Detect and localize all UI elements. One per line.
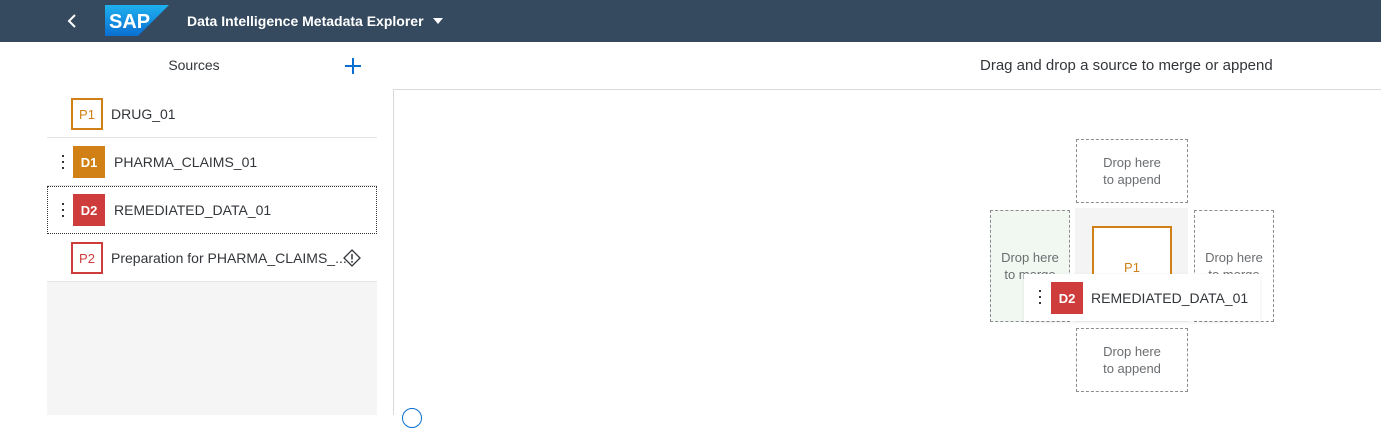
add-source-button[interactable] [341, 54, 365, 78]
dragging-source-item[interactable]: D2 REMEDIATED_DATA_01 [1024, 274, 1260, 321]
drop-zone-label: Drop here to append [1103, 155, 1161, 187]
sources-header: Sources [47, 42, 377, 90]
sources-list: P1 DRUG_01 D1 PHARMA_CLAIMS_01 D2 REMEDI… [47, 90, 377, 282]
back-button[interactable] [56, 6, 88, 36]
chevron-left-icon [67, 14, 76, 28]
source-badge: P2 [71, 242, 103, 274]
source-item-label: PHARMA_CLAIMS_01 [114, 154, 258, 170]
sources-panel: Sources P1 DRUG_01 D1 PHARMA_CLAIMS_01 D… [47, 42, 377, 415]
drop-zone-label: Drop here to append [1103, 344, 1161, 376]
source-badge: D2 [73, 194, 105, 226]
source-item-label: REMEDIATED_DATA_01 [1091, 290, 1249, 306]
drag-handle-icon[interactable] [60, 202, 66, 218]
svg-text:SAP: SAP [109, 11, 150, 33]
source-item-label: Preparation for PHARMA_CLAIMS_... [111, 250, 347, 266]
add-icon [345, 58, 361, 74]
drop-zone-append-bottom[interactable]: Drop here to append [1076, 328, 1188, 392]
source-badge: D2 [1051, 282, 1083, 314]
source-item-label: DRUG_01 [111, 106, 176, 122]
sap-logo: SAP [105, 5, 169, 36]
shell-bar: SAP Data Intelligence Metadata Explorer [0, 0, 1381, 42]
drag-handle-icon[interactable] [60, 154, 66, 170]
app-title-menu[interactable]: Data Intelligence Metadata Explorer [187, 0, 443, 42]
source-item-preparation-pharma-claims[interactable]: P2 Preparation for PHARMA_CLAIMS_... [47, 234, 377, 282]
drag-handle-icon[interactable] [1037, 289, 1043, 305]
source-item-pharma-claims-01[interactable]: D1 PHARMA_CLAIMS_01 [47, 138, 377, 186]
source-badge: P1 [71, 98, 103, 130]
warning-icon[interactable] [343, 249, 361, 267]
sources-title: Sources [168, 57, 220, 73]
source-item-drug-01[interactable]: P1 DRUG_01 [47, 90, 377, 138]
source-item-remediated-data-01[interactable]: D2 REMEDIATED_DATA_01 [47, 186, 377, 234]
source-badge: D1 [73, 146, 105, 178]
drop-zone-append-top[interactable]: Drop here to append [1076, 139, 1188, 203]
caret-down-icon [432, 18, 443, 24]
app-title: Data Intelligence Metadata Explorer [187, 13, 424, 29]
drag-drop-hint: Drag and drop a source to merge or appen… [980, 57, 1273, 74]
info-icon[interactable] [402, 408, 422, 428]
source-item-label: REMEDIATED_DATA_01 [114, 202, 272, 218]
